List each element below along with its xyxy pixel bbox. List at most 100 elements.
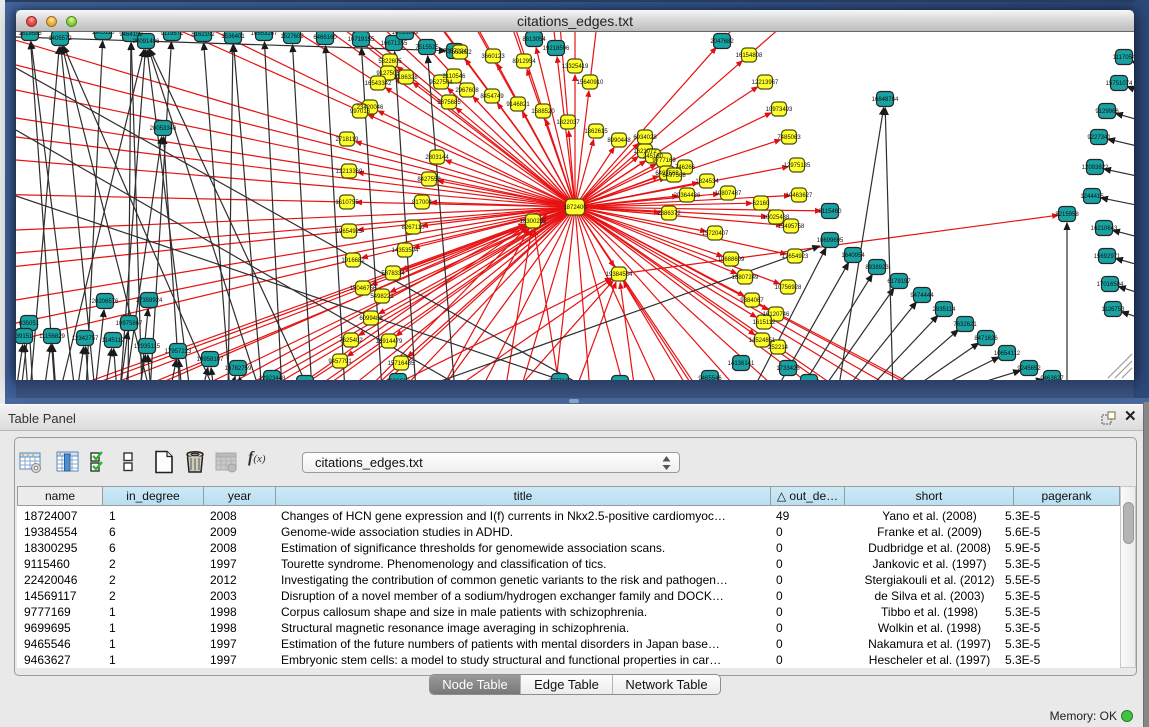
svg-text:9115460: 9115460 <box>819 209 843 215</box>
svg-text:39151: 39151 <box>16 334 33 340</box>
svg-text:6934028: 6934028 <box>633 135 657 141</box>
svg-text:15692971: 15692971 <box>1094 254 1121 260</box>
svg-text:8471626: 8471626 <box>974 336 998 342</box>
svg-text:16648784: 16648784 <box>872 97 899 103</box>
svg-text:12213369: 12213369 <box>336 169 363 175</box>
svg-text:16120746: 16120746 <box>763 312 790 318</box>
svg-text:1615112: 1615112 <box>753 320 777 326</box>
svg-text:1822037: 1822037 <box>556 120 580 126</box>
svg-text:10807487: 10807487 <box>715 191 742 197</box>
svg-text:1588520: 1588520 <box>531 109 555 115</box>
svg-text:7515525: 7515525 <box>415 45 439 51</box>
svg-text:6179197: 6179197 <box>887 279 911 285</box>
svg-text:9465546: 9465546 <box>698 376 722 380</box>
svg-text:13495758: 13495758 <box>778 224 805 230</box>
svg-text:15751074: 15751074 <box>1106 81 1133 87</box>
svg-text:62160: 62160 <box>753 201 770 207</box>
svg-text:8813054: 8813054 <box>522 37 546 43</box>
svg-text:1117054: 1117054 <box>1113 55 1134 61</box>
svg-text:6466160: 6466160 <box>313 35 337 41</box>
svg-text:2047682: 2047682 <box>710 39 734 45</box>
svg-text:1362615: 1362615 <box>584 129 608 135</box>
svg-text:8162102: 8162102 <box>191 32 215 38</box>
svg-text:9777169: 9777169 <box>652 158 676 164</box>
svg-text:1824534: 1824534 <box>695 179 719 185</box>
svg-text:14524851: 14524851 <box>749 338 776 344</box>
svg-text:1733426: 1733426 <box>776 366 800 372</box>
svg-text:19384554: 19384554 <box>606 272 633 278</box>
svg-text:12975135: 12975135 <box>784 163 811 169</box>
svg-text:2718119: 2718119 <box>336 137 360 143</box>
svg-text:1244415: 1244415 <box>1080 194 1104 200</box>
svg-text:1126753: 1126753 <box>1102 307 1126 313</box>
svg-text:5322605: 5322605 <box>378 59 402 65</box>
svg-text:16671355: 16671355 <box>381 41 408 47</box>
svg-text:8938923: 8938923 <box>865 265 889 271</box>
svg-text:2386372: 2386372 <box>657 211 681 217</box>
svg-text:9146821: 9146821 <box>506 102 530 108</box>
svg-text:3660123: 3660123 <box>481 54 505 60</box>
svg-text:16782759: 16782759 <box>225 366 252 372</box>
svg-text:17654923: 17654923 <box>782 254 809 260</box>
svg-text:9129966: 9129966 <box>1095 109 1119 115</box>
svg-text:15046756: 15046756 <box>350 286 377 292</box>
svg-text:14353594: 14353594 <box>392 248 419 254</box>
svg-text:7663822: 7663822 <box>448 50 472 56</box>
svg-text:746266: 746266 <box>675 165 696 171</box>
svg-text:19654925: 19654925 <box>336 229 363 235</box>
svg-text:12342757: 12342757 <box>72 336 99 342</box>
svg-text:1819585: 1819585 <box>18 32 42 37</box>
svg-text:10719155: 10719155 <box>348 37 375 43</box>
svg-text:18300295: 18300295 <box>520 219 547 225</box>
svg-text:9457791: 9457791 <box>328 359 352 365</box>
svg-text:7485063: 7485063 <box>777 135 801 141</box>
svg-text:2803144: 2803144 <box>425 155 449 161</box>
svg-text:13325419: 13325419 <box>562 64 589 70</box>
svg-text:18807249: 18807249 <box>732 275 759 281</box>
svg-text:16033809: 16033809 <box>392 32 419 36</box>
svg-text:7625402: 7625402 <box>339 338 363 344</box>
svg-text:9245652: 9245652 <box>1017 366 1041 372</box>
svg-text:10025438: 10025438 <box>763 215 790 221</box>
svg-text:2967608: 2967608 <box>455 88 479 94</box>
svg-text:252214: 252214 <box>768 345 789 351</box>
svg-text:8427552: 8427552 <box>417 177 441 183</box>
svg-text:12213967: 12213967 <box>752 80 779 86</box>
svg-text:10975867: 10975867 <box>116 321 143 327</box>
svg-text:1916682: 1916682 <box>341 258 365 264</box>
svg-text:15720407: 15720407 <box>702 231 729 237</box>
svg-text:5498222: 5498222 <box>370 294 394 300</box>
svg-text:8454749: 8454749 <box>480 94 504 100</box>
svg-text:9464152: 9464152 <box>119 32 143 38</box>
svg-text:6497568: 6497568 <box>662 173 686 179</box>
svg-text:10973493: 10973493 <box>766 107 793 113</box>
svg-text:1145119: 1145119 <box>102 338 125 344</box>
svg-text:19218596: 19218596 <box>543 46 570 52</box>
svg-text:1640954: 1640954 <box>841 253 865 259</box>
svg-text:2935114: 2935114 <box>933 307 957 313</box>
svg-text:16543342: 16543342 <box>365 81 392 87</box>
svg-text:1527602: 1527602 <box>280 34 304 40</box>
svg-text:1905110: 1905110 <box>92 32 116 36</box>
svg-text:8912954: 8912954 <box>512 59 536 65</box>
svg-text:16154808: 16154808 <box>736 53 763 59</box>
svg-text:10654112: 10654112 <box>994 351 1021 357</box>
svg-text:5878334: 5878334 <box>381 271 405 277</box>
svg-text:9606613: 9606613 <box>386 379 410 380</box>
svg-text:8267110: 8267110 <box>402 225 426 231</box>
svg-text:9474444: 9474444 <box>910 293 934 299</box>
svg-text:14136141: 14136141 <box>728 361 755 367</box>
svg-text:7632621: 7632621 <box>953 322 977 328</box>
svg-text:12923448: 12923448 <box>259 376 286 380</box>
svg-text:10958107: 10958107 <box>197 357 224 363</box>
svg-text:8186328: 8186328 <box>394 75 418 81</box>
svg-text:12093822: 12093822 <box>1082 165 1109 171</box>
svg-text:817004: 817004 <box>412 200 433 206</box>
svg-text:9527504: 9527504 <box>429 80 453 86</box>
svg-text:20364436: 20364436 <box>674 193 701 199</box>
svg-text:9119571: 9119571 <box>161 32 185 37</box>
svg-text:9227341: 9227341 <box>1087 135 1111 141</box>
svg-text:10756928: 10756928 <box>775 285 802 291</box>
svg-text:17016504: 17016504 <box>1097 282 1124 288</box>
svg-text:8990448: 8990448 <box>607 138 631 144</box>
